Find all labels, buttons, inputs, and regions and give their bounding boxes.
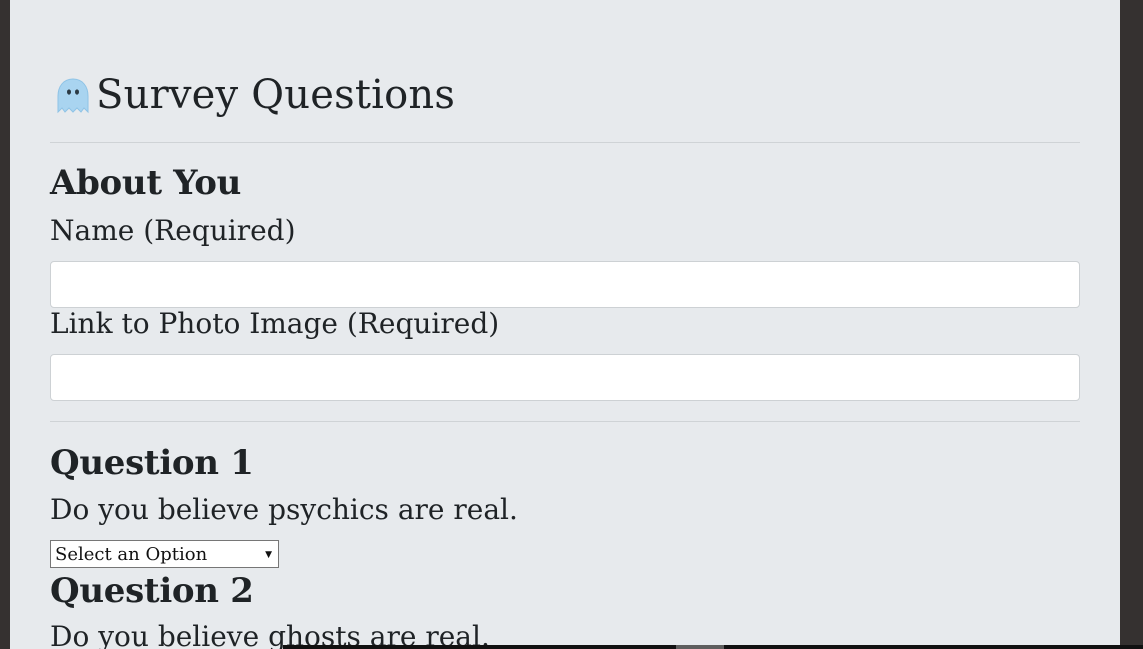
divider: [50, 142, 1080, 143]
question-1-text: Do you believe psychics are real.: [50, 493, 518, 526]
name-input[interactable]: [50, 261, 1080, 308]
page-header: Survey Questions: [50, 70, 455, 120]
name-label: Name (Required): [50, 214, 296, 247]
divider: [50, 421, 1080, 422]
ghost-icon: [57, 78, 89, 114]
question-2-heading: Question 2: [50, 571, 254, 611]
chevron-down-icon: ▼: [265, 550, 272, 560]
scrollbar-thumb[interactable]: [676, 645, 724, 649]
section-title-about-you: About You: [50, 163, 242, 203]
question-1-select[interactable]: Select an Option ▼: [50, 540, 279, 568]
photo-link-label: Link to Photo Image (Required): [50, 307, 500, 340]
question-1-heading: Question 1: [50, 443, 254, 483]
question-1-select-value: Select an Option: [55, 543, 208, 565]
page-title: Survey Questions: [96, 72, 456, 118]
photo-link-input[interactable]: [50, 354, 1080, 401]
survey-page: Survey Questions About You Name (Require…: [10, 0, 1120, 649]
